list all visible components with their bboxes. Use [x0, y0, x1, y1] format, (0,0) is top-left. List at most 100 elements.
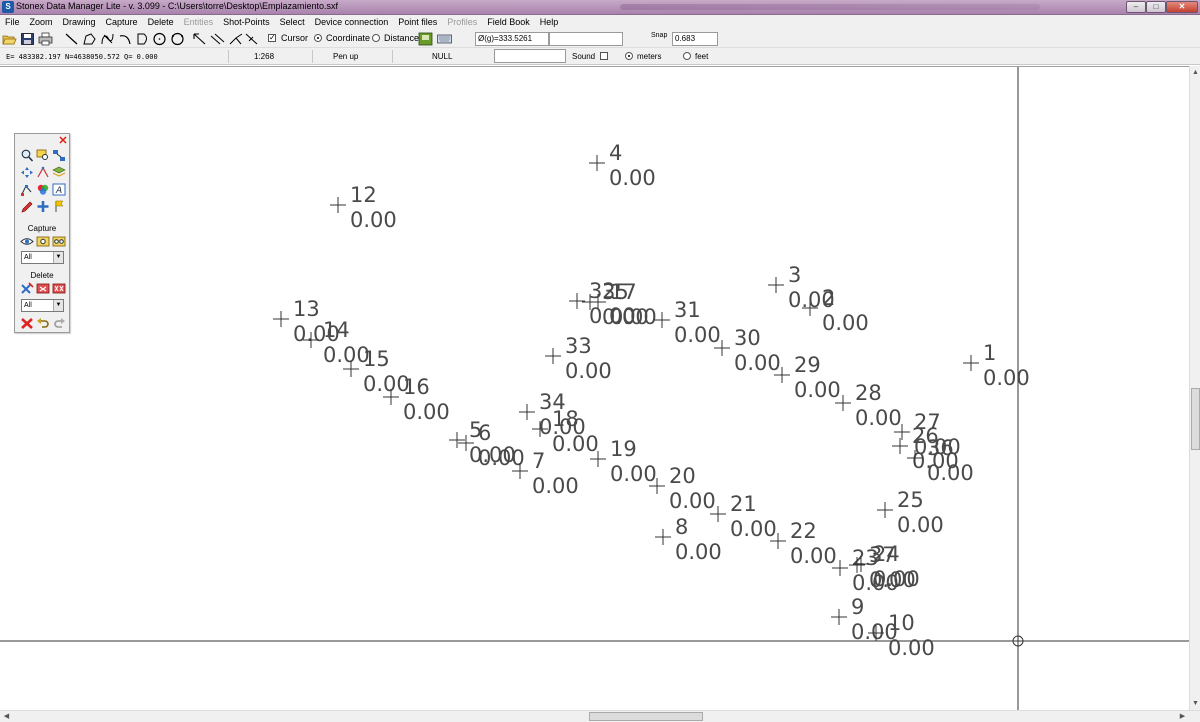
survey-point-31[interactable]: 310.00: [654, 298, 721, 347]
close-button[interactable]: ✕: [1166, 1, 1198, 13]
horizontal-scrollbar[interactable]: ◀ ▶: [0, 710, 1200, 722]
survey-point-19[interactable]: 190.00: [590, 437, 657, 486]
arrow-tool-icon[interactable]: [192, 32, 207, 46]
printer-icon[interactable]: [38, 32, 53, 46]
scroll-up-icon[interactable]: ▲: [1191, 68, 1200, 77]
text-tool-icon[interactable]: A: [52, 183, 66, 196]
zoom-magnifier-icon[interactable]: [20, 149, 34, 162]
perpendicular-icon[interactable]: [244, 32, 259, 46]
meters-radio[interactable]: [625, 52, 633, 60]
palette-close-icon[interactable]: ✕: [58, 136, 68, 147]
draw-circle-icon[interactable]: [152, 32, 167, 46]
point-marker-cross[interactable]: [768, 277, 784, 293]
sound-checkbox[interactable]: [600, 52, 608, 60]
survey-point-3[interactable]: 30.00: [768, 263, 835, 312]
menu-select[interactable]: Select: [275, 15, 310, 30]
point-marker-cross[interactable]: [831, 609, 847, 625]
point-marker-cross[interactable]: [569, 293, 585, 309]
menu-file[interactable]: File: [0, 15, 25, 30]
point-marker-cross[interactable]: [589, 155, 605, 171]
pan-icon[interactable]: [20, 166, 34, 179]
feet-radio[interactable]: [683, 52, 691, 60]
point-marker-cross[interactable]: [877, 502, 893, 518]
drawing-canvas[interactable]: 1 0.00 2 0.00 3 0.00 4 0.00 5 0.00 6 0.00 7 0.00 8 0.00…: [0, 66, 1189, 711]
scroll-right-icon[interactable]: ▶: [1178, 712, 1187, 721]
menu-capture[interactable]: Capture: [101, 15, 143, 30]
point-marker-cross[interactable]: [330, 197, 346, 213]
readout-field[interactable]: [549, 32, 623, 46]
layers-icon[interactable]: [52, 166, 66, 179]
survey-point-21[interactable]: 210.00: [710, 492, 777, 541]
angle-lines-icon[interactable]: [228, 32, 243, 46]
horizontal-scroll-thumb[interactable]: [589, 712, 703, 721]
coordinate-radio[interactable]: [314, 34, 322, 42]
survey-point-20[interactable]: 200.00: [649, 464, 716, 513]
vertical-scrollbar[interactable]: ▲ ▼: [1189, 66, 1200, 710]
save-disk-icon[interactable]: [20, 32, 35, 46]
capture-window-icon[interactable]: [36, 235, 50, 248]
add-point-icon[interactable]: [36, 200, 50, 213]
survey-point-30[interactable]: 300.00: [714, 326, 781, 375]
chevron-down-icon[interactable]: ▼: [53, 252, 63, 263]
chevron-down-icon[interactable]: ▼: [53, 300, 63, 311]
delete-filter-select[interactable]: All ▼: [21, 299, 64, 312]
menu-drawing[interactable]: Drawing: [58, 15, 101, 30]
draw-polyline-icon[interactable]: [82, 32, 97, 46]
point-marker-cross[interactable]: [273, 311, 289, 327]
scroll-down-icon[interactable]: ▼: [1191, 699, 1200, 708]
point-marker-cross[interactable]: [545, 348, 561, 364]
point-marker-cross[interactable]: [963, 355, 979, 371]
vertical-scroll-thumb[interactable]: [1191, 388, 1200, 450]
survey-point-12[interactable]: 120.00: [330, 183, 397, 232]
minimize-button[interactable]: –: [1126, 1, 1146, 13]
menu-field-book[interactable]: Field Book: [482, 15, 535, 30]
capture-filter-select[interactable]: All ▼: [21, 251, 64, 264]
menu-profiles[interactable]: Profiles: [442, 15, 482, 30]
menu-help[interactable]: Help: [535, 15, 564, 30]
draw-arc-icon[interactable]: [118, 32, 133, 46]
gps-device-icon[interactable]: [418, 32, 433, 46]
point-marker-cross[interactable]: [892, 438, 908, 454]
open-folder-icon[interactable]: [2, 32, 17, 46]
flag-icon[interactable]: [52, 200, 66, 213]
keyboard-icon[interactable]: [437, 32, 452, 46]
distance-radio[interactable]: [372, 34, 380, 42]
point-marker-cross[interactable]: [519, 404, 535, 420]
node-edit-icon[interactable]: [20, 183, 34, 196]
draw-polygon-icon[interactable]: [136, 32, 151, 46]
point-marker-cross[interactable]: [449, 432, 465, 448]
survey-point-22[interactable]: 220.00: [770, 519, 837, 568]
redo-icon[interactable]: [52, 317, 66, 330]
snap-input[interactable]: 0.683: [672, 32, 718, 46]
zoom-extents-icon[interactable]: [52, 149, 66, 162]
capture-all-icon[interactable]: [52, 235, 66, 248]
survey-point-4[interactable]: 40.00: [589, 141, 656, 190]
menu-point-files[interactable]: Point files: [393, 15, 442, 30]
menu-device-connection[interactable]: Device connection: [310, 15, 394, 30]
point-marker-cross[interactable]: [655, 529, 671, 545]
scroll-left-icon[interactable]: ◀: [2, 712, 11, 721]
survey-point-29[interactable]: 290.00: [774, 353, 841, 402]
parallel-lines-icon[interactable]: [210, 32, 225, 46]
survey-point-25[interactable]: 250.00: [877, 488, 944, 537]
survey-point-6[interactable]: 60.00: [458, 421, 525, 470]
zoom-window-icon[interactable]: [36, 149, 50, 162]
draw-line-icon[interactable]: [64, 32, 79, 46]
menu-entities[interactable]: Entities: [179, 15, 219, 30]
delete-window-icon[interactable]: [36, 282, 50, 295]
menu-zoom[interactable]: Zoom: [25, 15, 58, 30]
status-input[interactable]: [494, 49, 566, 63]
menu-shot-points[interactable]: Shot-Points: [218, 15, 275, 30]
cancel-x-icon[interactable]: [20, 317, 34, 330]
survey-point-1[interactable]: 10.00: [963, 341, 1030, 390]
pencil-icon[interactable]: [20, 200, 34, 213]
measure-icon[interactable]: [36, 166, 50, 179]
undo-icon[interactable]: [36, 317, 50, 330]
color-palette-icon[interactable]: [36, 183, 50, 196]
survey-point-28[interactable]: 280.00: [835, 381, 902, 430]
delete-point-icon[interactable]: [20, 282, 34, 295]
draw-curve-icon[interactable]: [100, 32, 115, 46]
eye-icon[interactable]: [20, 235, 34, 248]
cursor-checkbox[interactable]: ✓: [268, 34, 276, 42]
survey-point-34[interactable]: 340.00: [519, 390, 586, 439]
